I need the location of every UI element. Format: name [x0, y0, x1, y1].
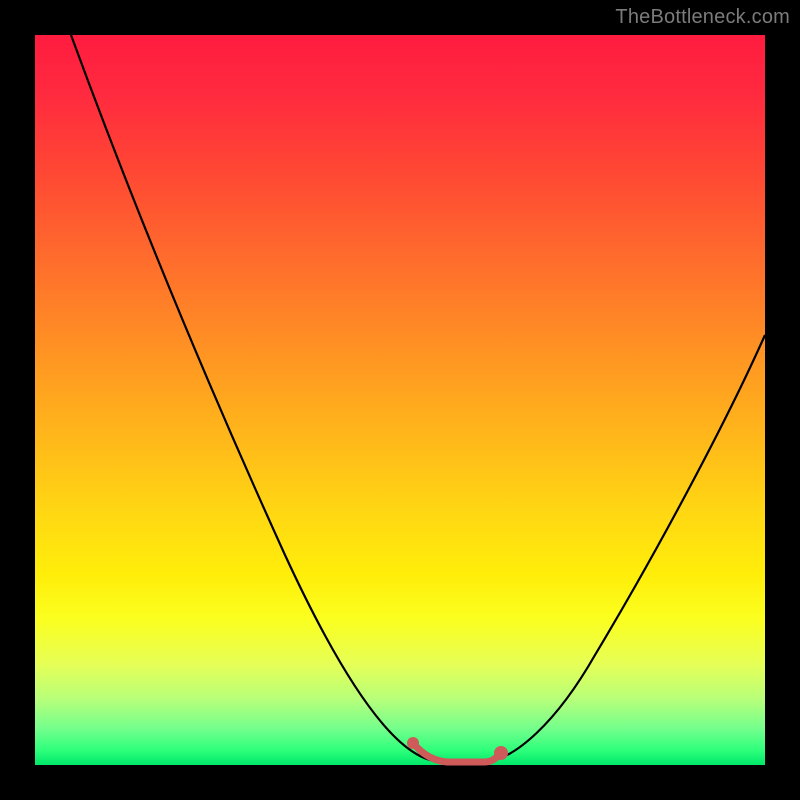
right-dot: [494, 746, 508, 760]
bottleneck-curve: [71, 35, 765, 761]
watermark: TheBottleneck.com: [615, 6, 790, 29]
chart-frame: TheBottleneck.com: [0, 0, 800, 800]
left-dot: [407, 737, 419, 749]
plot-area: [35, 35, 765, 765]
curve-layer: [35, 35, 765, 765]
